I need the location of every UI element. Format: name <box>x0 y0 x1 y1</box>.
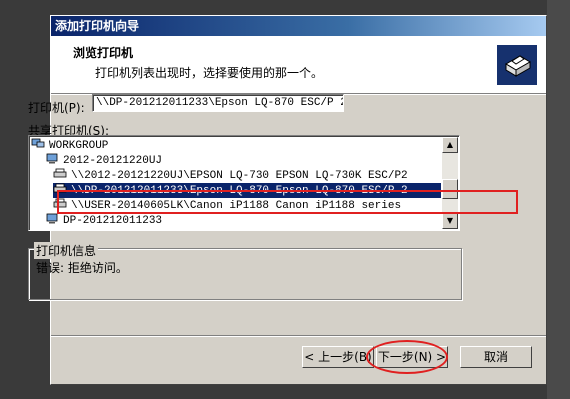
list-scrollbar[interactable]: ▲ ▼ <box>442 137 458 229</box>
wizard-header: 浏览打印机 打印机列表出现时，选择要使用的那一个。 <box>51 36 546 94</box>
printer-name-input[interactable]: \\DP-201212011233\Epson LQ-870 ESC/P 2 <box>92 94 344 112</box>
annotation-highlight-ellipse <box>366 340 448 374</box>
printer-field-label: 打印机(P): <box>28 101 85 115</box>
list-item-workgroup[interactable]: WORKGROUP <box>31 138 108 153</box>
network-icon <box>31 138 45 148</box>
printer-info-label: 打印机信息 <box>34 242 99 259</box>
list-item-computer-2012[interactable]: 2012-20121220UJ <box>45 153 162 168</box>
scroll-down-button[interactable]: ▼ <box>442 213 458 229</box>
printer-icon <box>53 168 67 178</box>
list-item-label: 2012-20121220UJ <box>63 155 163 167</box>
shared-printers-list[interactable]: WORKGROUP 2012-20121220UJ \\2012-2012122… <box>28 135 460 231</box>
window-title: 添加打印机向导 <box>51 16 546 36</box>
list-item-label: DP-201212011233 <box>63 215 163 227</box>
printer-info-text: 错误: 拒绝访问。 <box>36 261 128 275</box>
header-subtitle: 打印机列表出现时，选择要使用的那一个。 <box>95 66 324 80</box>
header-title: 浏览打印机 <box>73 46 134 60</box>
background-shadow <box>547 0 570 399</box>
back-button[interactable]: < 上一步(B) <box>302 346 374 368</box>
annotation-highlight-box <box>57 190 518 214</box>
printer-wizard-icon <box>497 45 537 85</box>
list-item-label: \\2012-20121220UJ\EPSON LQ-730 EPSON LQ-… <box>71 170 408 182</box>
list-item-printer-lq730[interactable]: \\2012-20121220UJ\EPSON LQ-730 EPSON LQ-… <box>53 168 408 183</box>
cancel-button[interactable]: 取消 <box>460 346 532 368</box>
list-item-computer-dp[interactable]: DP-201212011233 <box>45 213 162 228</box>
bottom-separator <box>51 335 546 337</box>
computer-icon <box>46 153 58 164</box>
computer-icon <box>46 213 58 224</box>
scroll-up-button[interactable]: ▲ <box>442 137 458 153</box>
list-item-label: WORKGROUP <box>49 140 109 152</box>
